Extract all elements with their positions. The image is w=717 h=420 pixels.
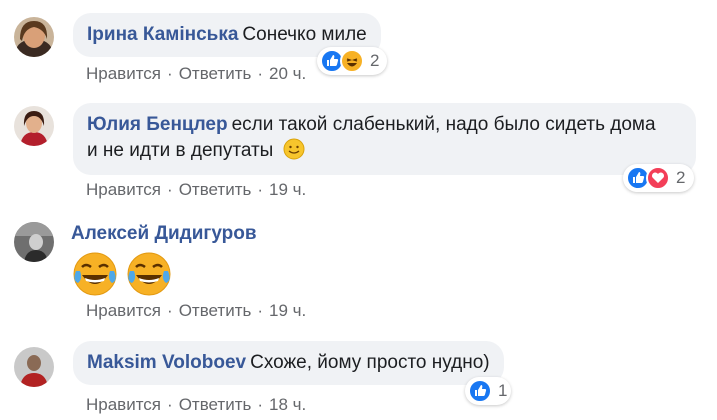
comment: Юлия Бенцлер если такой слабенький, надо … bbox=[14, 103, 704, 203]
like-button[interactable]: Нравится bbox=[86, 180, 161, 199]
separator: · bbox=[167, 64, 173, 83]
comment-text: и не идти в депутаты bbox=[87, 140, 274, 161]
author-name[interactable]: Maksim Voloboev bbox=[87, 352, 246, 373]
emoji-row bbox=[72, 251, 176, 302]
author-name[interactable]: Юлия Бенцлер bbox=[87, 114, 228, 135]
reply-button[interactable]: Ответить bbox=[179, 180, 252, 199]
reply-button[interactable]: Ответить bbox=[179, 395, 252, 414]
comment: Maksim Voloboev Схоже, йому просто нудно)… bbox=[14, 339, 704, 420]
like-button[interactable]: Нравится bbox=[86, 395, 161, 414]
comment-actions: Нравится · Ответить · 18 ч. bbox=[86, 395, 306, 415]
comment-text: если такой слабенький, надо было сидеть … bbox=[231, 114, 656, 135]
timestamp[interactable]: 20 ч. bbox=[269, 64, 306, 83]
reaction-count: 1 bbox=[498, 381, 508, 400]
love-icon bbox=[646, 166, 670, 190]
comment-bubble: Юлия Бенцлер если такой слабенький, надо … bbox=[73, 103, 696, 175]
separator: · bbox=[167, 301, 173, 320]
comment: Алексей Дидигуров Нравится · Ответить · 19 ч… bbox=[14, 219, 704, 329]
haha-icon bbox=[340, 49, 364, 73]
author-name[interactable]: Ірина Камінська bbox=[87, 24, 238, 45]
tears-of-joy-icon bbox=[126, 251, 172, 297]
smiling-face-icon bbox=[283, 138, 305, 168]
reaction-summary[interactable]: 2 bbox=[623, 164, 694, 192]
reaction-count: 2 bbox=[676, 168, 686, 187]
separator: · bbox=[257, 180, 264, 199]
separator: · bbox=[167, 395, 173, 414]
comment-actions: Нравится · Ответить · 20 ч. bbox=[86, 64, 306, 84]
comment-text: Сонечко миле bbox=[242, 24, 367, 45]
timestamp[interactable]: 19 ч. bbox=[269, 301, 306, 320]
like-icon bbox=[468, 379, 492, 403]
reaction-count: 2 bbox=[370, 51, 380, 70]
comment: Ірина Камінська Сонечко миле 2 Нравится · О… bbox=[14, 10, 704, 85]
comment-bubble: Алексей Дидигуров bbox=[71, 221, 261, 247]
separator: · bbox=[257, 64, 264, 83]
reaction-summary[interactable]: 2 bbox=[317, 47, 387, 75]
separator: · bbox=[257, 395, 264, 414]
timestamp[interactable]: 19 ч. bbox=[269, 180, 306, 199]
comment-actions: Нравится · Ответить · 19 ч. bbox=[86, 301, 306, 321]
comment-actions: Нравится · Ответить · 19 ч. bbox=[86, 180, 306, 200]
like-button[interactable]: Нравится bbox=[86, 64, 161, 83]
comment-text: Схоже, йому просто нудно) bbox=[250, 352, 490, 373]
avatar[interactable] bbox=[14, 17, 54, 57]
avatar[interactable] bbox=[14, 347, 54, 387]
separator: · bbox=[167, 180, 173, 199]
avatar[interactable] bbox=[14, 106, 54, 146]
like-button[interactable]: Нравится bbox=[86, 301, 161, 320]
author-name[interactable]: Алексей Дидигуров bbox=[71, 223, 257, 244]
reply-button[interactable]: Ответить bbox=[179, 301, 252, 320]
tears-of-joy-icon bbox=[72, 251, 118, 297]
comment-bubble: Maksim Voloboev Схоже, йому просто нудно) bbox=[73, 341, 504, 385]
reply-button[interactable]: Ответить bbox=[179, 64, 252, 83]
timestamp[interactable]: 18 ч. bbox=[269, 395, 306, 414]
reaction-summary[interactable]: 1 bbox=[465, 377, 511, 405]
separator: · bbox=[257, 301, 264, 320]
avatar[interactable] bbox=[14, 222, 54, 262]
